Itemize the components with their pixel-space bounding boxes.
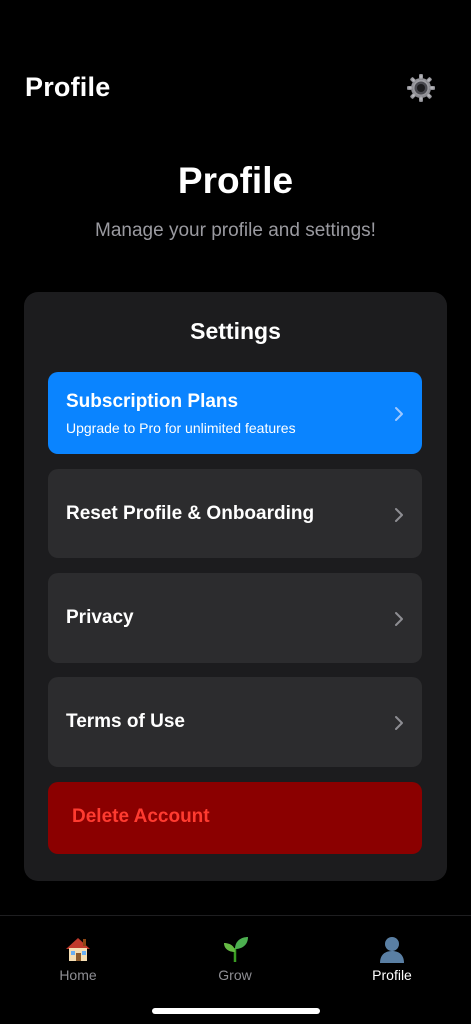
chevron-right-icon [395,508,403,522]
page-subtitle: Manage your profile and settings! [95,220,376,241]
subscription-plans-label: Subscription Plans [66,391,239,412]
terms-of-use-row[interactable]: Terms of Use [48,677,422,767]
person-silhouette-icon [380,937,404,963]
seedling-icon [224,937,248,962]
settings-button[interactable] [404,71,438,105]
reset-profile-row[interactable]: Reset Profile & Onboarding [48,469,422,558]
house-icon [66,938,90,961]
gear-icon [407,74,435,102]
nav-title: Profile [25,72,111,102]
navigation-bar: Profile [0,60,471,120]
chevron-right-icon [395,407,403,421]
tab-profile-label: Profile [372,967,412,983]
home-indicator[interactable] [152,1008,320,1014]
chevron-right-icon [395,612,403,626]
subscription-plans-subtitle: Upgrade to Pro for unlimited features [66,420,296,436]
privacy-label: Privacy [66,607,134,628]
delete-account-label: Delete Account [72,806,210,827]
terms-of-use-label: Terms of Use [66,711,185,732]
page-title: Profile [177,160,294,201]
settings-title: Settings [190,318,281,344]
tab-home[interactable]: Home [18,934,138,983]
subscription-plans-row[interactable]: Subscription Plans Upgrade to Pro for un… [48,372,422,454]
chevron-right-icon [395,716,403,730]
tab-profile[interactable]: Profile [332,934,452,983]
tab-grow-label: Grow [218,967,252,983]
reset-profile-label: Reset Profile & Onboarding [66,503,315,524]
tab-grow[interactable]: Grow [175,934,295,983]
tab-home-label: Home [59,967,97,983]
profile-screen: Profile Profile Manage your profile and … [0,0,471,1024]
delete-account-button[interactable]: Delete Account [48,782,422,854]
privacy-row[interactable]: Privacy [48,573,422,663]
settings-card: Settings Subscription Plans Upgrade to P… [24,292,447,881]
